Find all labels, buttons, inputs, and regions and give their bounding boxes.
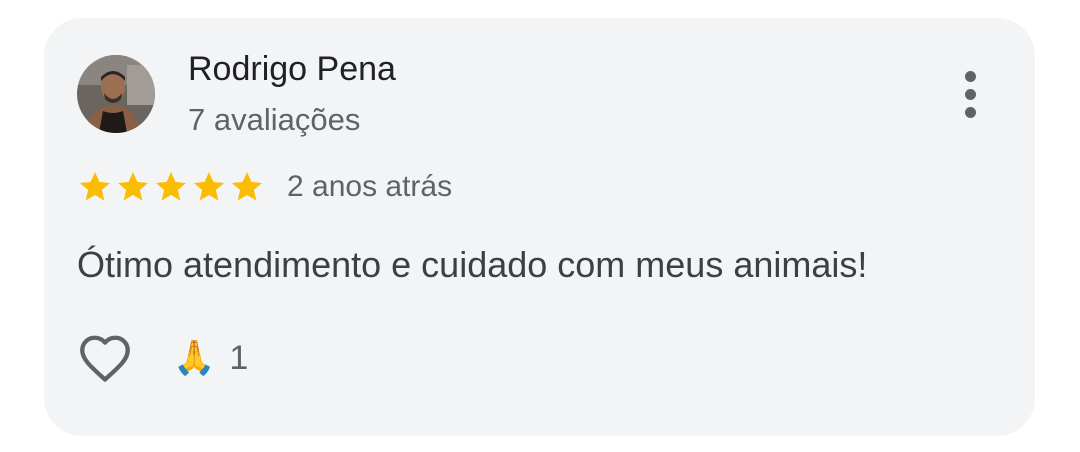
heart-outline-icon xyxy=(80,335,130,382)
user-photo-icon xyxy=(77,55,155,133)
review-text: Ótimo atendimento e cuidado com meus ani… xyxy=(77,244,868,285)
reaction-button[interactable]: 🙏 1 xyxy=(173,339,248,378)
review-card: Rodrigo Pena 7 avaliações 2 anos atrás Ó… xyxy=(44,18,1035,436)
star-icon xyxy=(77,169,113,205)
author-name[interactable]: Rodrigo Pena xyxy=(188,50,396,89)
star-icon xyxy=(191,169,227,205)
like-button[interactable] xyxy=(77,330,135,386)
star-rating xyxy=(77,169,265,205)
more-options-button[interactable] xyxy=(948,70,992,118)
star-icon xyxy=(153,169,189,205)
review-actions: 🙏 1 xyxy=(77,330,248,386)
author-review-count: 7 avaliações xyxy=(188,102,361,137)
praying-hands-icon: 🙏 xyxy=(173,339,216,377)
review-time: 2 anos atrás xyxy=(287,170,453,203)
rating-row: 2 anos atrás xyxy=(77,168,452,206)
star-icon xyxy=(115,169,151,205)
more-vert-icon xyxy=(964,70,976,82)
reaction-count: 1 xyxy=(229,338,249,377)
star-icon xyxy=(229,169,265,205)
avatar[interactable] xyxy=(77,55,155,133)
